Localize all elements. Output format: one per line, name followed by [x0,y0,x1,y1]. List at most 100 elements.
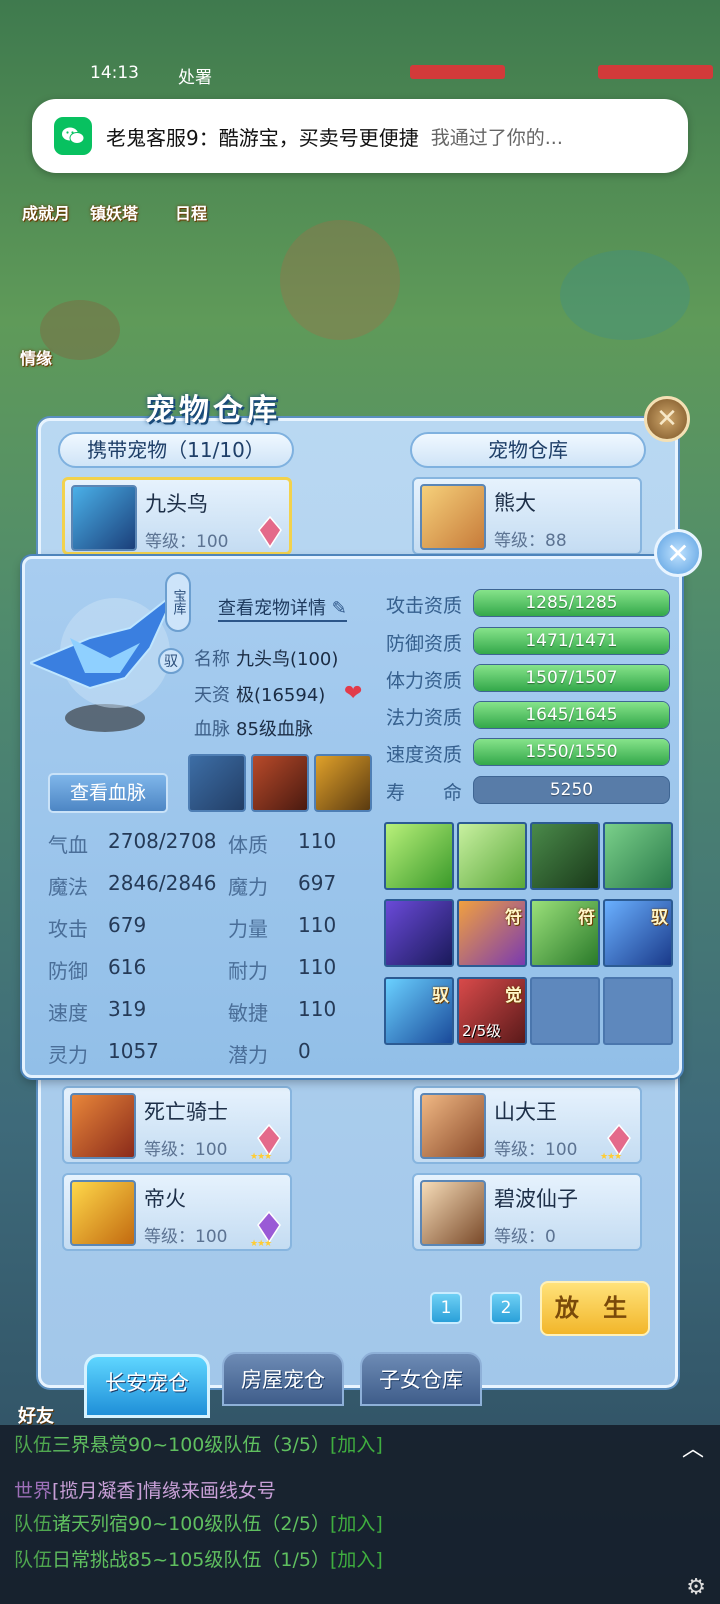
pet-talent-row: 天资 极(16594) [194,681,325,707]
pet-level: 等级：100 [144,1140,228,1160]
page-1-button[interactable]: 1 [430,1292,462,1324]
chat-join-link[interactable]: [加入] [330,1549,383,1571]
chat-join-link[interactable]: [加入] [330,1513,383,1535]
mount-badge: 驭 [158,648,184,674]
stat-label: 速度 [48,1001,88,1025]
close-icon: ✕ [656,404,678,434]
chat-message[interactable]: 队伍日常挑战85~105级队伍（1/5）[加入] [14,1545,383,1572]
skill-slot[interactable] [530,822,600,890]
page-2-button[interactable]: 2 [490,1292,522,1324]
star-rating: ★★★ [600,1152,622,1162]
stat-value: 110 [298,913,337,937]
side-button-tower[interactable]: 镇妖塔 [90,200,138,224]
aptitude-bar: 1645/1645 [473,701,670,729]
pet-avatar [420,484,486,550]
aptitude-bar: 1550/1550 [473,738,670,766]
clock-text: 14:13 [90,63,139,83]
pencil-icon: ✎ [331,598,347,619]
skill-tag: 觉 [505,986,522,1006]
skill-slot[interactable]: 驭 [603,899,673,967]
stat-label: 潜力 [228,1043,268,1067]
skill-slot[interactable] [384,822,454,890]
close-detail-button[interactable]: ✕ [654,529,702,577]
side-button-love[interactable]: 情缘 [20,345,52,369]
skill-slot[interactable]: 符 [530,899,600,967]
skill-slot[interactable] [384,899,454,967]
skill-slot[interactable] [603,822,673,890]
skill-slot[interactable] [457,822,527,890]
pet-avatar [71,485,137,551]
chevron-up-icon[interactable]: ︿ [682,1431,704,1463]
top-hud: 14:13 处署 [0,55,720,95]
aptitude-label: 体力资质 [386,670,463,692]
chat-message[interactable]: 队伍三界悬赏90~100级队伍（3/5）[加入] [14,1430,383,1457]
pet-blood-row: 血脉 85级血脉 [194,715,313,741]
tab-house-storage[interactable]: 房屋宠仓 [222,1352,344,1406]
side-button-achievement[interactable]: 成就月 [22,200,70,224]
skill-slot[interactable]: 符 [457,899,527,967]
notification-sender: 老鬼客服9：酷游宝，买卖号更便捷 [106,125,419,150]
pet-name: 碧波仙子 [494,1187,578,1211]
stat-value: 110 [298,829,337,853]
view-pet-detail-link[interactable]: 查看宠物详情 ✎ [218,594,347,622]
chat-channel: 队伍 [14,1549,53,1571]
aptitude-bar: 1285/1285 [473,589,670,617]
release-button[interactable]: 放 生 [540,1281,650,1336]
chat-panel[interactable]: ︿ ⚙ 队伍三界悬赏90~100级队伍（3/5）[加入] 世界[揽月凝香]情缘来画… [0,1425,720,1604]
chat-text: [揽月凝香]情缘来画线女号 [52,1480,276,1502]
stat-label: 魔法 [48,875,88,899]
skill-tag: 符 [578,908,595,928]
tab-children-storage[interactable]: 子女仓库 [360,1352,482,1406]
hp-bar [598,65,713,79]
carry-pet-card[interactable]: 死亡骑士 等级：100 ★★★ [62,1086,292,1164]
heart-icon[interactable]: ❤ [344,681,362,706]
hp-bar [410,65,505,79]
chat-channel: 队伍 [14,1513,53,1535]
tab-changan-storage[interactable]: 长安宠仓 [84,1354,210,1418]
gear-icon[interactable]: ⚙ [686,1575,706,1600]
pet-name: 死亡骑士 [144,1100,228,1124]
empty-skill-slot[interactable] [603,977,673,1045]
equipment-slot-collar[interactable] [314,754,372,812]
chat-join-link[interactable]: [加入] [330,1434,383,1456]
equipment-slot-armor[interactable] [251,754,309,812]
skill-slot[interactable]: 驭 [384,977,454,1045]
skill-slot[interactable]: 觉 2/5级 [457,977,527,1045]
pet-level: 等级：100 [145,532,229,552]
blood-label: 血脉 [194,719,230,740]
background-rock [280,220,400,340]
stat-value: 0 [298,1039,311,1063]
skill-level: 2/5级 [462,1022,502,1040]
storage-pet-card[interactable]: 山大王 等级：100 ★★★ [412,1086,642,1164]
carry-pet-card[interactable]: 帝火 等级：100 ★★★ [62,1173,292,1251]
pet-avatar [420,1093,486,1159]
pet-avatar [420,1180,486,1246]
aptitude-bar: 5250 [473,776,670,804]
pet-name: 山大王 [494,1100,557,1124]
stat-label: 魔力 [228,875,268,899]
equipment-slot-necklace[interactable] [188,754,246,812]
talent-value: 极(16594) [236,685,326,706]
chat-channel: 世界 [14,1480,53,1502]
aptitude-value: 1471/1471 [525,631,618,651]
chat-message[interactable]: 队伍诸天列宿90~100级队伍（2/5）[加入] [14,1509,383,1536]
aptitude-label: 防御资质 [386,633,463,655]
stat-label: 敏捷 [228,1001,268,1025]
pet-avatar [70,1093,136,1159]
talent-label: 天资 [194,685,230,706]
wechat-notification[interactable]: 老鬼客服9：酷游宝，买卖号更便捷 我通过了你的... [32,99,688,173]
view-bloodline-button[interactable]: 查看血脉 [48,773,168,813]
storage-pet-card[interactable]: 碧波仙子 等级：0 [412,1173,642,1251]
chat-message[interactable]: 世界[揽月凝香]情缘来画线女号 [14,1476,276,1503]
notification-message: 我通过了你的... [430,126,563,149]
side-button-schedule[interactable]: 日程 [175,200,207,224]
pet-level: 等级：100 [494,1140,578,1160]
carry-pets-header: 携带宠物（11/10） [58,432,294,468]
carry-pet-card[interactable]: 九头鸟 等级：100 [62,477,292,555]
aptitude-value: 1550/1550 [525,742,618,762]
close-panel-button[interactable]: ✕ [644,396,690,442]
pet-name: 熊大 [494,491,536,515]
empty-skill-slot[interactable] [530,977,600,1045]
aptitude-value: 1645/1645 [525,705,618,725]
storage-pet-card[interactable]: 熊大 等级：88 [412,477,642,555]
